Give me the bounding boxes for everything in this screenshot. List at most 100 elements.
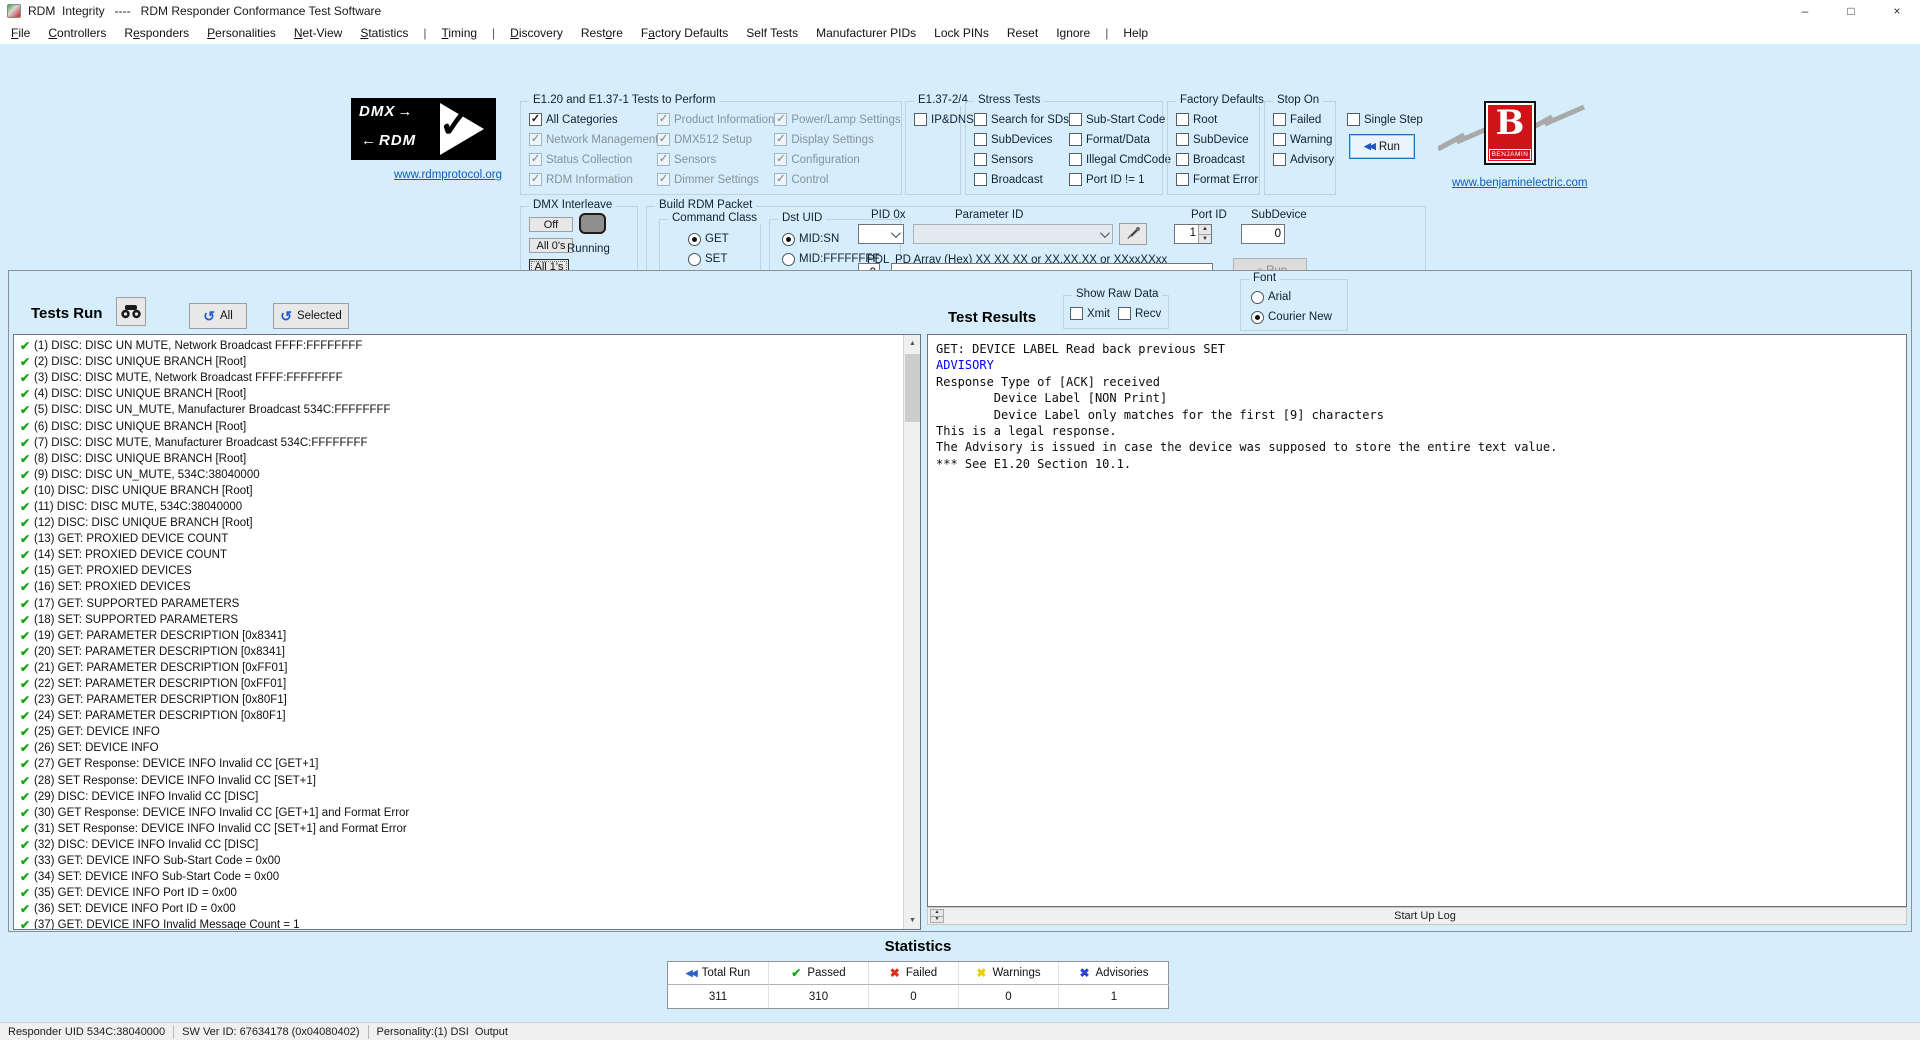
run-tests-button[interactable]: ◀◀ Run	[1349, 134, 1415, 159]
test-run-item[interactable]: ✔(4) DISC: DISC UNIQUE BRANCH [Root]	[16, 386, 920, 402]
benjaminelectric-link[interactable]: www.benjaminelectric.com	[1452, 177, 1588, 189]
pid-combo[interactable]	[858, 224, 904, 244]
test-run-item[interactable]: ✔(19) GET: PARAMETER DESCRIPTION [0x8341…	[16, 628, 920, 644]
test-run-item[interactable]: ✔(32) DISC: DEVICE INFO Invalid CC [DISC…	[16, 837, 920, 853]
test-run-item[interactable]: ✔(10) DISC: DISC UNIQUE BRANCH [Root]	[16, 483, 920, 499]
vertical-scrollbar[interactable]: ▲ ▼	[903, 335, 920, 929]
checkbox-warning[interactable]: Warning	[1273, 133, 1334, 146]
test-run-item[interactable]: ✔(5) DISC: DISC UN_MUTE, Manufacturer Br…	[16, 402, 920, 418]
port-id-spinner[interactable]: 1 ▲ ▼	[1174, 224, 1212, 244]
checkbox-format-data[interactable]: Format/Data	[1069, 133, 1171, 146]
checkbox-subdevice[interactable]: SubDevice	[1176, 133, 1258, 146]
radio-set[interactable]: SET	[688, 252, 732, 266]
test-run-item[interactable]: ✔(12) DISC: DISC UNIQUE BRANCH [Root]	[16, 515, 920, 531]
test-run-item[interactable]: ✔(1) DISC: DISC UN MUTE, Network Broadca…	[16, 338, 920, 354]
spin-down-icon[interactable]: ▼	[1199, 234, 1211, 244]
test-run-item[interactable]: ✔(22) SET: PARAMETER DESCRIPTION [0xFF01…	[16, 676, 920, 692]
checkbox-rdm-information[interactable]: ✓RDM Information	[529, 173, 657, 186]
radio-courier-new[interactable]: Courier New	[1251, 310, 1332, 324]
test-run-item[interactable]: ✔(11) DISC: DISC MUTE, 534C:38040000	[16, 499, 920, 515]
checkbox-control[interactable]: ✓Control	[774, 173, 900, 186]
menu-reset[interactable]: Reset	[998, 26, 1047, 40]
scroll-up-icon[interactable]: ▲	[904, 335, 921, 352]
test-run-item[interactable]: ✔(8) DISC: DISC UNIQUE BRANCH [Root]	[16, 451, 920, 467]
parameter-id-combo[interactable]	[913, 224, 1113, 244]
menu-statistics[interactable]: Statistics	[351, 26, 417, 40]
checkbox-product-information[interactable]: ✓Product Information	[657, 113, 774, 126]
menu-controllers[interactable]: Controllers	[39, 26, 115, 40]
close-button[interactable]: ×	[1874, 0, 1920, 22]
radio-arial[interactable]: Arial	[1251, 290, 1332, 304]
log-spinner[interactable]: ▲ ▼	[930, 909, 944, 923]
checkbox-network-management[interactable]: ✓Network Management	[529, 133, 657, 146]
test-run-item[interactable]: ✔(18) SET: SUPPORTED PARAMETERS	[16, 612, 920, 628]
menu-help[interactable]: Help	[1114, 26, 1157, 40]
checkbox-status-collection[interactable]: ✓Status Collection	[529, 153, 657, 166]
pid-picker-button[interactable]	[1119, 223, 1147, 245]
dmx-interleave-off-button[interactable]: Off	[529, 217, 573, 232]
menu-responders[interactable]: Responders	[115, 26, 198, 40]
checkbox-xmit[interactable]: Xmit	[1070, 307, 1110, 320]
test-run-item[interactable]: ✔(27) GET Response: DEVICE INFO Invalid …	[16, 756, 920, 772]
test-run-item[interactable]: ✔(2) DISC: DISC UNIQUE BRANCH [Root]	[16, 354, 920, 370]
rerun-all-button[interactable]: ↺ All	[189, 303, 247, 329]
test-run-item[interactable]: ✔(33) GET: DEVICE INFO Sub-Start Code = …	[16, 853, 920, 869]
checkbox-failed[interactable]: Failed	[1273, 113, 1334, 126]
test-run-item[interactable]: ✔(16) SET: PROXIED DEVICES	[16, 579, 920, 595]
spin-down-icon[interactable]: ▼	[931, 916, 943, 923]
checkbox-root[interactable]: Root	[1176, 113, 1258, 126]
test-results-text[interactable]: GET: DEVICE LABEL Read back previous SET…	[927, 334, 1907, 907]
test-run-item[interactable]: ✔(9) DISC: DISC UN_MUTE, 534C:38040000	[16, 467, 920, 483]
menu-restore[interactable]: Restore	[572, 26, 632, 40]
checkbox-dimmer-settings[interactable]: ✓Dimmer Settings	[657, 173, 774, 186]
menu-self-tests[interactable]: Self Tests	[737, 26, 807, 40]
test-run-item[interactable]: ✔(28) SET Response: DEVICE INFO Invalid …	[16, 773, 920, 789]
checkbox-broadcast[interactable]: Broadcast	[1176, 153, 1258, 166]
menu-lock-pins[interactable]: Lock PINs	[925, 26, 998, 40]
menu-net-view[interactable]: Net-View	[285, 26, 351, 40]
test-run-item[interactable]: ✔(25) GET: DEVICE INFO	[16, 724, 920, 740]
menu-personalities[interactable]: Personalities	[198, 26, 285, 40]
spin-up-icon[interactable]: ▲	[1199, 225, 1211, 234]
radio-get[interactable]: GET	[688, 232, 732, 246]
checkbox-sub-start-code[interactable]: Sub-Start Code	[1069, 113, 1171, 126]
menu-ignore[interactable]: Ignore	[1047, 26, 1099, 40]
tests-run-list[interactable]: ✔(1) DISC: DISC UN MUTE, Network Broadca…	[13, 334, 921, 930]
test-run-item[interactable]: ✔(29) DISC: DEVICE INFO Invalid CC [DISC…	[16, 789, 920, 805]
checkbox-configuration[interactable]: ✓Configuration	[774, 153, 900, 166]
minimize-button[interactable]: –	[1782, 0, 1828, 22]
interleave-status-led[interactable]	[579, 213, 606, 234]
checkbox-port-id-1[interactable]: Port ID != 1	[1069, 173, 1171, 186]
checkbox-format-error[interactable]: Format Error	[1176, 173, 1258, 186]
checkbox-recv[interactable]: Recv	[1118, 307, 1161, 320]
menu-discovery[interactable]: Discovery	[501, 26, 572, 40]
maximize-button[interactable]: □	[1828, 0, 1874, 22]
checkbox-search-for-sds[interactable]: Search for SDs	[974, 113, 1069, 126]
test-run-item[interactable]: ✔(13) GET: PROXIED DEVICE COUNT	[16, 531, 920, 547]
menu-factory-defaults[interactable]: Factory Defaults	[632, 26, 737, 40]
find-test-button[interactable]	[116, 297, 146, 326]
checkbox-broadcast[interactable]: Broadcast	[974, 173, 1069, 186]
checkbox-advisory[interactable]: Advisory	[1273, 153, 1334, 166]
test-run-item[interactable]: ✔(6) DISC: DISC UNIQUE BRANCH [Root]	[16, 418, 920, 434]
checkbox-power-lamp-settings[interactable]: ✓Power/Lamp Settings	[774, 113, 900, 126]
test-run-item[interactable]: ✔(24) SET: PARAMETER DESCRIPTION [0x80F1…	[16, 708, 920, 724]
test-run-item[interactable]: ✔(35) GET: DEVICE INFO Port ID = 0x00	[16, 885, 920, 901]
subdevice-field[interactable]	[1241, 224, 1285, 244]
checkbox-all-categories[interactable]: ✓All Categories	[529, 113, 657, 126]
checkbox-subdevices[interactable]: SubDevices	[974, 133, 1069, 146]
menu-file[interactable]: File	[2, 26, 39, 40]
test-run-item[interactable]: ✔(20) SET: PARAMETER DESCRIPTION [0x8341…	[16, 644, 920, 660]
scroll-down-icon[interactable]: ▼	[904, 912, 921, 929]
test-run-item[interactable]: ✔(23) GET: PARAMETER DESCRIPTION [0x80F1…	[16, 692, 920, 708]
test-run-item[interactable]: ✔(36) SET: DEVICE INFO Port ID = 0x00	[16, 901, 920, 917]
test-run-item[interactable]: ✔(34) SET: DEVICE INFO Sub-Start Code = …	[16, 869, 920, 885]
test-run-item[interactable]: ✔(30) GET Response: DEVICE INFO Invalid …	[16, 805, 920, 821]
test-run-item[interactable]: ✔(26) SET: DEVICE INFO	[16, 740, 920, 756]
scrollbar-thumb[interactable]	[905, 354, 920, 422]
test-run-item[interactable]: ✔(7) DISC: DISC MUTE, Manufacturer Broad…	[16, 435, 920, 451]
checkbox-sensors[interactable]: ✓Sensors	[657, 153, 774, 166]
checkbox-illegal-cmdcode[interactable]: Illegal CmdCode	[1069, 153, 1171, 166]
test-run-item[interactable]: ✔(37) GET: DEVICE INFO Invalid Message C…	[16, 917, 920, 930]
checkbox-dmx512-setup[interactable]: ✓DMX512 Setup	[657, 133, 774, 146]
